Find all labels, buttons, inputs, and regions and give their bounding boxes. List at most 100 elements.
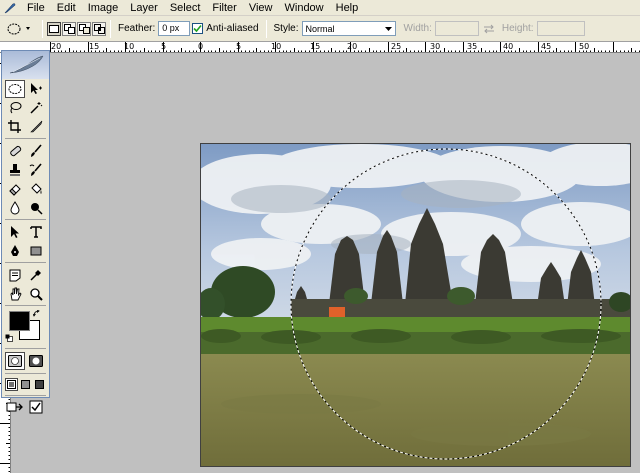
magic-wand-icon <box>30 101 43 114</box>
edit-in-imageready-button[interactable] <box>26 398 46 416</box>
dodge-tool[interactable] <box>26 199 46 217</box>
tool-row <box>2 141 49 160</box>
menu-window[interactable]: Window <box>279 0 330 16</box>
default-colors-icon[interactable] <box>5 333 13 345</box>
subtract-from-selection-button[interactable] <box>77 21 91 36</box>
healing-brush-tool[interactable] <box>5 142 25 160</box>
rectangle-icon <box>30 246 42 255</box>
zoom-tool[interactable] <box>26 285 46 303</box>
eyedropper-tool[interactable] <box>26 266 46 284</box>
full-screen-menu-button[interactable] <box>19 378 32 391</box>
menu-image[interactable]: Image <box>82 0 125 16</box>
pen-icon <box>10 244 19 256</box>
tool-row <box>2 222 49 241</box>
move-tool[interactable] <box>26 80 46 98</box>
add-selection-icon <box>63 23 75 34</box>
stamp-icon <box>9 163 20 176</box>
lasso-tool[interactable] <box>5 99 25 117</box>
style-select[interactable]: Normal <box>301 21 396 36</box>
separator <box>5 138 46 139</box>
menu-filter[interactable]: Filter <box>206 0 242 16</box>
notes-tool[interactable] <box>5 266 25 284</box>
screen-mode-icon <box>6 380 16 389</box>
standard-mode-button[interactable] <box>4 352 25 370</box>
hand-tool[interactable] <box>5 285 25 303</box>
menu-edit[interactable]: Edit <box>51 0 82 16</box>
type-tool[interactable] <box>26 223 46 241</box>
paint-bucket-icon <box>31 182 42 194</box>
tool-row <box>2 198 49 217</box>
width-input[interactable] <box>434 21 479 36</box>
ruler-ticks <box>50 42 640 52</box>
dodge-icon <box>31 202 43 215</box>
slice-tool[interactable] <box>26 118 46 136</box>
height-label: Height: <box>501 23 534 34</box>
menu-select[interactable]: Select <box>164 0 207 16</box>
tool-row <box>2 160 49 179</box>
feather-label: Feather: <box>118 23 156 34</box>
checkbox-edit-icon <box>29 400 43 414</box>
rectangle-tool[interactable] <box>26 242 46 260</box>
document-canvas[interactable] <box>200 143 631 467</box>
chevron-down-icon <box>384 26 392 31</box>
tool-row <box>2 98 49 117</box>
blur-tool[interactable] <box>5 199 25 217</box>
temple-photo <box>201 144 630 466</box>
full-screen-button[interactable] <box>33 378 46 391</box>
tool-preset-picker[interactable] <box>4 19 38 39</box>
tool-row <box>2 376 49 393</box>
path-selection-tool[interactable] <box>5 223 25 241</box>
tools-titlebar[interactable] <box>2 51 49 79</box>
elliptical-marquee-tool[interactable] <box>4 79 25 98</box>
subtract-selection-icon <box>78 23 90 34</box>
checkmark-icon <box>193 24 202 33</box>
menu-view[interactable]: View <box>243 0 279 16</box>
photoshop-feather-icon[interactable] <box>3 1 17 15</box>
separator <box>5 395 46 396</box>
antialiased-checkbox[interactable] <box>192 23 204 34</box>
foreground-color-swatch[interactable] <box>9 311 30 331</box>
photoshop-feather-icon <box>9 55 43 74</box>
tool-row <box>2 351 49 371</box>
separator <box>5 373 46 374</box>
menu-file[interactable]: File <box>21 0 51 16</box>
screen-mode-icon <box>20 380 30 389</box>
tool-row <box>2 284 49 303</box>
menu-layer[interactable]: Layer <box>124 0 164 16</box>
menu-help[interactable]: Help <box>330 0 365 16</box>
history-brush-tool[interactable] <box>26 161 46 179</box>
tool-row <box>2 241 49 260</box>
height-input[interactable] <box>536 21 585 36</box>
intersect-selection-button[interactable] <box>92 21 106 36</box>
bandage-icon <box>9 145 21 156</box>
move-icon <box>31 82 43 94</box>
drop-icon <box>10 200 20 214</box>
options-bar: Feather: 0 px Anti-aliased Style: Normal… <box>0 16 640 42</box>
separator <box>42 19 43 38</box>
jump-to-imageready-button[interactable] <box>5 398 25 416</box>
color-swatches <box>2 308 49 346</box>
quick-mask-button[interactable] <box>26 352 46 370</box>
swap-arrows-icon[interactable] <box>483 24 495 34</box>
pen-tool[interactable] <box>5 242 25 260</box>
add-to-selection-button[interactable] <box>62 21 76 36</box>
new-selection-button[interactable] <box>47 21 61 36</box>
standard-screen-mode-button[interactable] <box>4 378 18 391</box>
feather-input[interactable]: 0 px <box>158 21 191 36</box>
zoom-icon <box>30 287 43 301</box>
paint-bucket-tool[interactable] <box>26 180 46 198</box>
clone-stamp-tool[interactable] <box>5 161 25 179</box>
tool-row <box>2 265 49 284</box>
hand-icon <box>10 287 22 300</box>
path-selection-icon <box>10 225 19 238</box>
magic-wand-tool[interactable] <box>26 99 46 117</box>
new-selection-icon <box>49 24 59 33</box>
antialiased-label: Anti-aliased <box>206 23 259 34</box>
brush-tool[interactable] <box>26 142 46 160</box>
elliptical-marquee-icon <box>8 83 22 94</box>
crop-tool[interactable] <box>5 118 25 136</box>
note-icon <box>9 269 21 281</box>
separator <box>5 262 46 263</box>
brush-icon <box>31 143 42 157</box>
eraser-tool[interactable] <box>5 180 25 198</box>
